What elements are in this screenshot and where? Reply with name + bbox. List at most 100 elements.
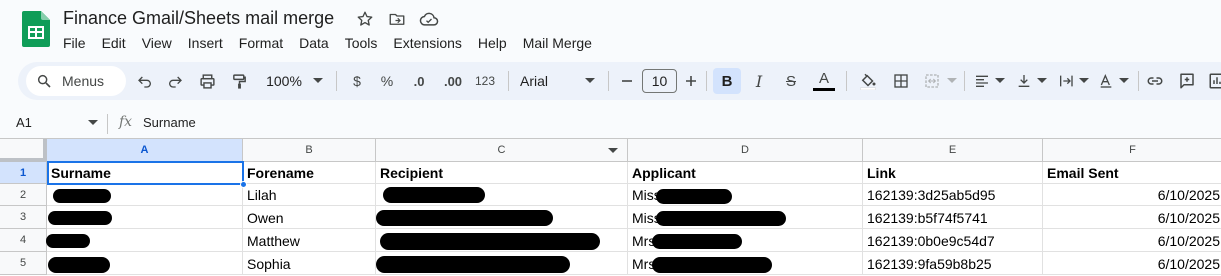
percent-format-button[interactable]: %: [378, 68, 396, 94]
font-size-input[interactable]: 10: [642, 69, 677, 93]
merge-dropdown-icon[interactable]: [946, 68, 958, 94]
column-header-e[interactable]: E: [863, 139, 1043, 162]
table-cell[interactable]: Link: [863, 162, 1043, 184]
toolbar-divider: [846, 71, 847, 91]
table-cell[interactable]: Email Sent: [1043, 162, 1221, 184]
menu-mail-merge[interactable]: Mail Merge: [515, 33, 600, 53]
table-cell[interactable]: Applicant: [628, 162, 863, 184]
zoom-dropdown-icon[interactable]: [312, 68, 324, 94]
decrease-decimal-button[interactable]: .0: [408, 68, 430, 94]
text-color-letter: A: [818, 70, 829, 87]
increase-font-size-icon[interactable]: [682, 68, 700, 94]
redaction-mark: [376, 256, 570, 273]
table-cell[interactable]: 162139:3d25ab5d95: [863, 184, 1043, 206]
star-icon[interactable]: [355, 9, 375, 29]
move-folder-icon[interactable]: [387, 9, 407, 29]
vertical-align-icon[interactable]: [1014, 68, 1034, 94]
insert-link-icon[interactable]: [1144, 68, 1166, 94]
column-header-b[interactable]: B: [243, 139, 376, 162]
menu-insert[interactable]: Insert: [180, 33, 231, 53]
table-cell[interactable]: 6/10/2025: [1043, 206, 1221, 229]
print-icon[interactable]: [196, 68, 218, 94]
italic-button[interactable]: I: [748, 68, 770, 94]
font-select[interactable]: Arial: [520, 68, 554, 94]
toolbar-divider: [1138, 71, 1139, 91]
decrease-font-size-icon[interactable]: [618, 68, 636, 94]
table-cell[interactable]: 6/10/2025: [1043, 229, 1221, 252]
font-dropdown-icon[interactable]: [584, 68, 596, 94]
insert-chart-icon[interactable]: [1206, 68, 1221, 94]
bold-button[interactable]: B: [713, 68, 741, 94]
redo-icon[interactable]: [164, 68, 186, 94]
insert-comment-icon[interactable]: [1176, 68, 1198, 94]
currency-format-button[interactable]: $: [348, 68, 366, 94]
toolbar: Menus 100% $ % .0 .00 123 Arial 10 B I S…: [18, 62, 1221, 100]
borders-icon[interactable]: [890, 68, 912, 94]
text-color-swatch: [813, 88, 835, 91]
more-formats-button[interactable]: 123: [474, 68, 496, 94]
column-header-c[interactable]: C: [376, 139, 628, 162]
toolbar-divider: [706, 71, 707, 91]
search-icon: [37, 74, 51, 88]
toolbar-divider: [508, 71, 509, 91]
menu-extensions[interactable]: Extensions: [385, 33, 469, 53]
document-title[interactable]: Finance Gmail/Sheets mail merge: [63, 8, 334, 29]
menu-help[interactable]: Help: [470, 33, 515, 53]
rotation-dropdown-icon[interactable]: [1118, 68, 1130, 94]
row-header[interactable]: 1: [0, 162, 47, 184]
menu-tools[interactable]: Tools: [337, 33, 386, 53]
table-cell[interactable]: Lilah: [243, 184, 376, 206]
row-header[interactable]: 5: [0, 252, 47, 275]
fill-color-icon[interactable]: [856, 68, 880, 94]
valign-dropdown-icon[interactable]: [1036, 68, 1048, 94]
merge-cells-icon[interactable]: [922, 68, 942, 94]
menu-edit[interactable]: Edit: [94, 33, 134, 53]
search-menus-input[interactable]: Menus: [26, 66, 126, 96]
redaction-mark: [652, 257, 772, 273]
align-dropdown-icon[interactable]: [994, 68, 1006, 94]
cloud-status-icon[interactable]: [419, 9, 439, 29]
table-cell[interactable]: 162139:9fa59b8b25: [863, 252, 1043, 275]
formula-input[interactable]: Surname: [143, 115, 196, 130]
redaction-mark: [656, 211, 786, 226]
sheets-logo-icon[interactable]: [22, 11, 50, 47]
paint-format-icon[interactable]: [228, 68, 250, 94]
text-rotation-icon[interactable]: [1096, 68, 1116, 94]
table-cell[interactable]: Sophia: [243, 252, 376, 275]
redaction-mark: [656, 189, 732, 204]
table-cell[interactable]: Forename: [243, 162, 376, 184]
table-cell[interactable]: Recipient: [376, 162, 628, 184]
toolbar-divider: [608, 71, 609, 91]
text-wrapping-icon[interactable]: [1056, 68, 1076, 94]
undo-icon[interactable]: [134, 68, 156, 94]
filter-dropdown-icon[interactable]: [608, 148, 618, 154]
text-color-button[interactable]: A: [812, 68, 836, 94]
row-header[interactable]: 3: [0, 206, 47, 229]
name-box-dropdown-icon[interactable]: [88, 120, 98, 126]
table-cell[interactable]: Surname: [47, 162, 243, 184]
table-cell[interactable]: 162139:b5f74f5741: [863, 206, 1043, 229]
column-header-f[interactable]: F: [1043, 139, 1221, 162]
column-header-d[interactable]: D: [628, 139, 863, 162]
table-cell[interactable]: Owen: [243, 206, 376, 229]
wrap-dropdown-icon[interactable]: [1078, 68, 1090, 94]
horizontal-align-icon[interactable]: [972, 68, 992, 94]
menu-format[interactable]: Format: [231, 33, 291, 53]
row-header[interactable]: 2: [0, 184, 47, 206]
sheets-app: Finance Gmail/Sheets mail merge File Edi…: [0, 0, 1221, 276]
menu-file[interactable]: File: [55, 33, 94, 53]
menu-view[interactable]: View: [134, 33, 180, 53]
table-cell[interactable]: 162139:0b0e9c54d7: [863, 229, 1043, 252]
fill-handle[interactable]: [240, 181, 247, 188]
menu-data[interactable]: Data: [291, 33, 337, 53]
table-cell[interactable]: 6/10/2025: [1043, 184, 1221, 206]
table-cell[interactable]: 6/10/2025: [1043, 252, 1221, 275]
strikethrough-button[interactable]: S: [780, 68, 802, 94]
column-header-a[interactable]: A: [47, 139, 243, 162]
name-box[interactable]: A1: [16, 115, 32, 130]
table-cell[interactable]: Matthew: [243, 229, 376, 252]
increase-decimal-button[interactable]: .00: [440, 68, 466, 94]
row-header[interactable]: 4: [0, 229, 47, 252]
zoom-select[interactable]: 100%: [262, 68, 306, 94]
select-all-corner[interactable]: [0, 139, 47, 162]
